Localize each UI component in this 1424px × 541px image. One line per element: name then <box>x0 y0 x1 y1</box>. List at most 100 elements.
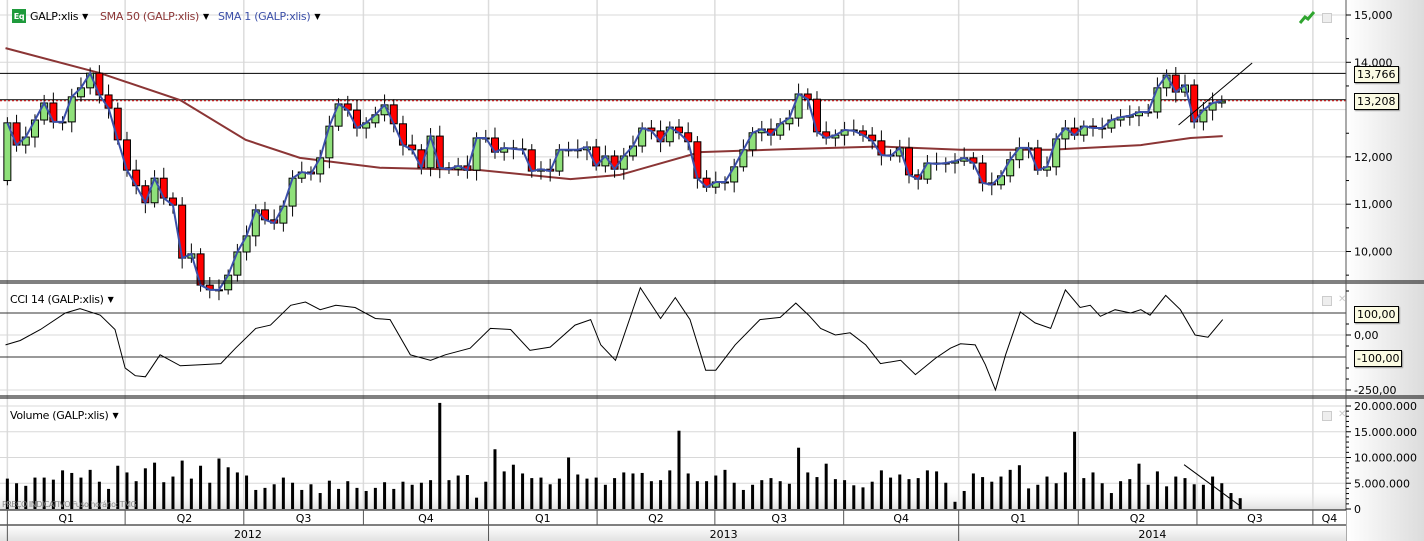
candle[interactable] <box>1061 120 1070 150</box>
volume-bar[interactable] <box>1073 431 1077 509</box>
volume-bar[interactable] <box>576 474 580 509</box>
chevron-down-icon[interactable]: ▼ <box>82 12 88 21</box>
candle[interactable] <box>684 122 693 151</box>
volume-bar[interactable] <box>383 482 387 509</box>
candle[interactable] <box>49 92 58 129</box>
volume-bar[interactable] <box>1063 472 1067 509</box>
volume-bar[interactable] <box>732 482 736 509</box>
volume-bar[interactable] <box>1036 484 1040 509</box>
maximize-volume-panel-button[interactable] <box>1322 411 1332 421</box>
price-trendline[interactable] <box>1178 62 1253 126</box>
year-label[interactable]: 2013 <box>710 528 738 541</box>
volume-bar[interactable] <box>217 458 221 509</box>
chevron-down-icon[interactable]: ▼ <box>112 411 118 420</box>
volume-bar[interactable] <box>557 478 561 509</box>
volume-bar[interactable] <box>199 465 203 509</box>
candle[interactable] <box>941 157 950 173</box>
volume-bar[interactable] <box>668 470 672 509</box>
volume-bar[interactable] <box>1174 476 1178 509</box>
chevron-down-icon[interactable]: ▼ <box>108 295 114 304</box>
volume-bar[interactable] <box>245 475 249 509</box>
maximize-cci-panel-button[interactable] <box>1322 296 1332 306</box>
volume-bar[interactable] <box>659 480 663 509</box>
volume-bar[interactable] <box>208 482 212 509</box>
volume-bar[interactable] <box>585 478 589 509</box>
quarter-label[interactable]: Q1 <box>58 512 74 525</box>
volume-bar[interactable] <box>392 488 396 509</box>
volume-bar[interactable] <box>272 484 276 509</box>
volume-bar[interactable] <box>843 480 847 509</box>
chevron-down-icon[interactable]: ▼ <box>314 12 320 21</box>
volume-bar[interactable] <box>153 462 157 509</box>
volume-bar[interactable] <box>235 472 239 509</box>
volume-bar[interactable] <box>1211 476 1215 509</box>
volume-bar[interactable] <box>346 481 350 509</box>
candle[interactable] <box>923 155 932 184</box>
volume-bar[interactable] <box>1220 483 1224 509</box>
sma50-legend[interactable]: SMA 50 (GALP:xlis) ▼ <box>100 10 209 23</box>
quarter-label[interactable]: Q2 <box>177 512 193 525</box>
volume-bar[interactable] <box>870 481 874 509</box>
volume-bar[interactable] <box>511 464 515 509</box>
volume-bar[interactable] <box>907 479 911 509</box>
volume-bar[interactable] <box>723 469 727 509</box>
volume-bar[interactable] <box>769 478 773 509</box>
cci-line[interactable] <box>5 286 1224 392</box>
volume-bar[interactable] <box>309 484 313 509</box>
cci-panel[interactable] <box>0 286 1346 392</box>
volume-bar[interactable] <box>999 476 1003 509</box>
volume-bar[interactable] <box>815 477 819 509</box>
volume-bar[interactable] <box>226 467 230 509</box>
volume-bar[interactable] <box>254 489 258 509</box>
volume-bar[interactable] <box>1045 476 1049 509</box>
price-panel[interactable] <box>0 47 1346 301</box>
volume-bar[interactable] <box>806 472 810 509</box>
volume-bar[interactable] <box>1128 479 1132 509</box>
volume-bar[interactable] <box>318 493 322 509</box>
volume-bar[interactable] <box>631 473 635 509</box>
main-series-label[interactable]: GALP:xlis <box>30 10 78 23</box>
volume-bar[interactable] <box>833 479 837 509</box>
volume-bar[interactable] <box>1192 484 1196 509</box>
volume-bar[interactable] <box>1238 498 1242 509</box>
year-label[interactable]: 2012 <box>234 528 262 541</box>
volume-bar[interactable] <box>962 490 966 509</box>
volume-bar[interactable] <box>281 477 285 509</box>
volume-bar[interactable] <box>594 477 598 509</box>
volume-bar[interactable] <box>677 430 681 509</box>
sma50-label[interactable]: SMA 50 (GALP:xlis) <box>100 10 199 23</box>
volume-bar[interactable] <box>603 484 607 509</box>
candle[interactable] <box>1079 120 1088 142</box>
volume-bar[interactable] <box>751 484 755 509</box>
volume-bar[interactable] <box>162 482 166 509</box>
year-label[interactable]: 2014 <box>1138 528 1166 541</box>
candle[interactable] <box>950 153 959 174</box>
volume-bar[interactable] <box>530 478 534 509</box>
volume-bar[interactable] <box>1100 483 1104 509</box>
volume-bar[interactable] <box>548 484 552 509</box>
volume-bar[interactable] <box>456 475 460 509</box>
candle[interactable] <box>500 142 509 161</box>
candle[interactable] <box>932 152 941 171</box>
volume-bar[interactable] <box>1165 486 1169 509</box>
volume-panel[interactable] <box>5 402 1242 509</box>
close-cci-panel-icon[interactable]: ✕ <box>1338 295 1346 305</box>
volume-bar[interactable] <box>291 482 295 509</box>
volume-bar[interactable] <box>705 481 709 509</box>
volume-bar[interactable] <box>1137 463 1141 509</box>
sma1-label[interactable]: SMA 1 (GALP:xlis) <box>218 10 311 23</box>
volume-bar[interactable] <box>613 478 617 509</box>
volume-bar[interactable] <box>263 487 267 509</box>
trend-chart-icon[interactable] <box>1299 10 1315 24</box>
volume-bar[interactable] <box>1183 478 1187 509</box>
volume-bar[interactable] <box>1229 493 1233 509</box>
volume-bar[interactable] <box>981 477 985 509</box>
candle[interactable] <box>840 121 849 146</box>
quarter-label[interactable]: Q1 <box>1011 512 1027 525</box>
volume-bar[interactable] <box>622 472 626 509</box>
volume-bar[interactable] <box>337 488 341 509</box>
volume-bar[interactable] <box>521 473 525 509</box>
volume-bar[interactable] <box>171 476 175 509</box>
volume-bar[interactable] <box>502 471 506 509</box>
volume-bar[interactable] <box>898 474 902 509</box>
